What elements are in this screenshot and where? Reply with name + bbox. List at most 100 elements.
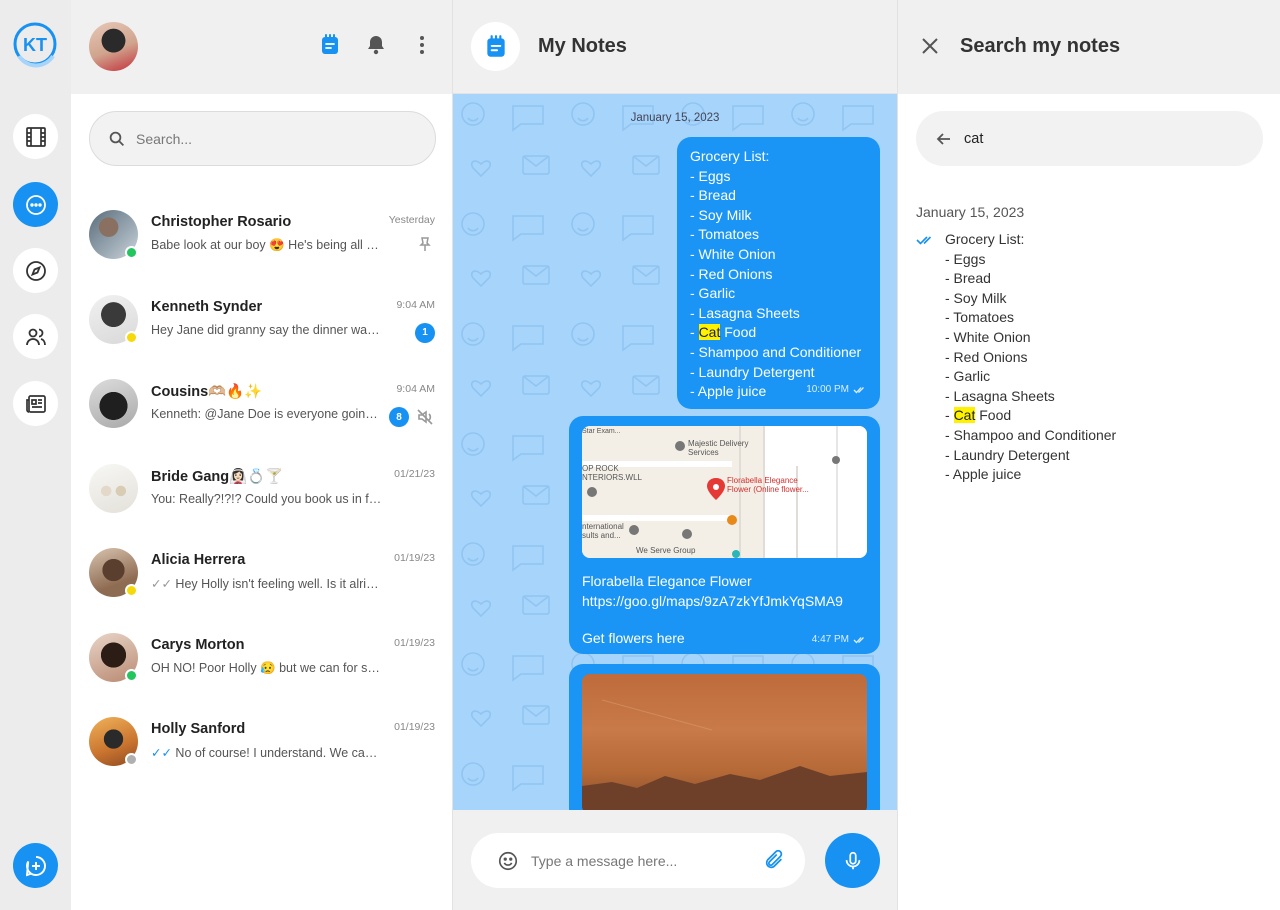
notes-avatar[interactable] [471,22,520,71]
chat-list-panel: Christopher Rosario Babe look at our boy… [71,0,453,910]
unread-badge: 1 [415,322,435,343]
app-logo-text: KT [23,35,47,55]
search-notes-panel: Search my notes January 15, 2023 Grocery… [897,0,1280,910]
voice-record-button[interactable] [825,833,880,888]
add-chat-icon [25,855,46,876]
note-message-bubble[interactable]: Grocery List: - Eggs - Bread - Soy Milk … [677,137,880,409]
avatar [89,463,138,513]
message-field[interactable] [471,833,805,888]
chat-item[interactable]: Cousins🫶🏼🔥✨ Kenneth: @Jane Doe is everyo… [71,349,453,434]
message-area[interactable]: January 15, 2023 Grocery List: - Eggs - … [453,94,897,810]
chat-item[interactable]: Christopher Rosario Babe look at our boy… [71,180,453,265]
chat-item[interactable]: Alicia Herrera ✓✓ Hey Holly isn't feelin… [71,518,453,603]
photo-preview[interactable] [582,674,867,810]
notes-icon[interactable] [318,33,342,57]
bell-icon[interactable] [364,33,388,57]
note-line: - Laundry Detergent [690,363,815,380]
result-line: - White Onion [945,328,1031,345]
paperclip-icon[interactable] [763,849,785,871]
note-line: - Red Onions [690,265,773,282]
search-result[interactable]: Grocery List: - Eggs - Bread - Soy Milk … [916,230,1256,485]
emoji-icon[interactable] [497,850,519,872]
search-panel-title: Search my notes [960,35,1121,57]
chat-time: 01/19/23 [394,552,435,564]
rail-explore-button[interactable] [13,248,58,293]
chat-item[interactable]: Bride Gang👰🏻‍♀️💍🍸 You: Really?!?!? Could… [71,434,453,519]
date-separator: January 15, 2023 [630,112,720,124]
note-line: - Garlic [690,285,736,302]
chat-name: Bride Gang👰🏻‍♀️💍🍸 [151,468,284,485]
result-line: - Eggs [945,250,986,267]
map-label-star: Star Exam... [582,428,621,435]
result-first-row: Grocery List: [916,230,1256,250]
map-label-top-rock-2: NTERIORS.WLL [582,473,643,482]
chat-name: Holly Sanford [151,721,246,737]
photo-message-bubble[interactable] [569,664,880,810]
map-label-top-rock: OP ROCK [582,464,619,473]
map-label-florabella-2: Flower (Online flower... [727,485,809,494]
note-line: - Lasagna Sheets [690,304,800,321]
map-label-majestic: Majestic Delivery [688,439,748,448]
chat-name: Christopher Rosario [151,214,292,230]
chat-search-box[interactable] [89,111,436,166]
map-label-majestic-2: Services [688,448,719,457]
chat-name: Alicia Herrera [151,552,246,568]
map-label-florabella: Florabella Elegance [727,476,798,485]
my-avatar[interactable] [89,22,138,71]
away-status-dot [125,584,138,597]
chat-item[interactable]: Kenneth Synder Hey Jane did granny say t… [71,265,453,350]
avatar [89,379,138,428]
app-logo[interactable]: KT [13,22,58,70]
chat-name: Cousins🫶🏼🔥✨ [151,384,263,400]
map-preview[interactable]: Star Exam... Majestic Delivery Services … [582,426,867,558]
microphone-icon [845,851,860,869]
offline-status-dot [125,753,138,766]
chat-preview: ✓✓ Hey Holly isn't feeling well. Is it a… [151,576,383,591]
note-search-input[interactable] [964,130,1224,147]
location-caption: Get flowers here [582,630,685,646]
chat-time: 9:04 AM [396,298,435,311]
muted-icon [417,409,433,425]
result-line: - Soy Milk [945,289,1007,306]
conversation-panel: My Notes January 15, 2023 Grocery List: … [453,0,897,910]
film-icon [25,126,46,147]
chat-preview: Babe look at our boy 😍 He's being all cu… [151,238,383,252]
more-vertical-icon[interactable] [410,33,434,57]
rail-contacts-button[interactable] [13,314,58,359]
new-chat-button[interactable] [13,843,58,888]
chat-list: Christopher Rosario Babe look at our boy… [71,180,453,772]
read-check-icon: ✓✓ [151,577,176,591]
note-search-box[interactable] [916,111,1263,166]
result-line: - Laundry Detergent [945,446,1070,463]
result-line: - Red Onions [945,348,1028,365]
pin-icon [419,237,431,251]
chat-time: 9:04 AM [396,383,435,395]
result-line: Grocery List: [945,231,1025,247]
arrow-left-icon[interactable] [936,131,952,147]
message-input[interactable] [531,852,751,869]
message-meta: 10:00 PM [806,380,866,400]
chat-item[interactable]: Carys Morton OH NO! Poor Holly 😥 but we … [71,603,453,688]
result-line: - Lasagna Sheets [945,387,1055,404]
conversation-header: My Notes [453,0,897,94]
chat-time: 01/19/23 [394,636,435,649]
result-line: - Shampoo and Conditioner [945,426,1117,443]
chat-list-header [71,0,452,94]
chat-search-input[interactable] [136,130,386,147]
location-message-bubble[interactable]: Star Exam... Majestic Delivery Services … [569,416,880,654]
conversation-title: My Notes [538,35,627,57]
chat-item[interactable]: Holly Sanford ✓✓ No of course! I underst… [71,687,453,772]
rail-news-button[interactable] [13,381,58,426]
location-text[interactable]: Florabella Elegance Flower https://goo.g… [582,571,867,611]
result-line: - Garlic [945,368,991,385]
unread-badge: 8 [389,407,409,427]
search-highlight: Cat [698,324,721,341]
rail-media-button[interactable] [13,114,58,159]
chat-preview: ✓✓ No of course! I understand. We can re… [151,745,383,760]
close-icon[interactable] [920,36,940,56]
double-check-icon [853,387,864,394]
rail-chats-button[interactable] [13,182,58,227]
note-line-prefix: - [690,324,699,341]
result-line: - Apple juice [945,466,1022,483]
message-time: 10:00 PM [806,384,849,396]
